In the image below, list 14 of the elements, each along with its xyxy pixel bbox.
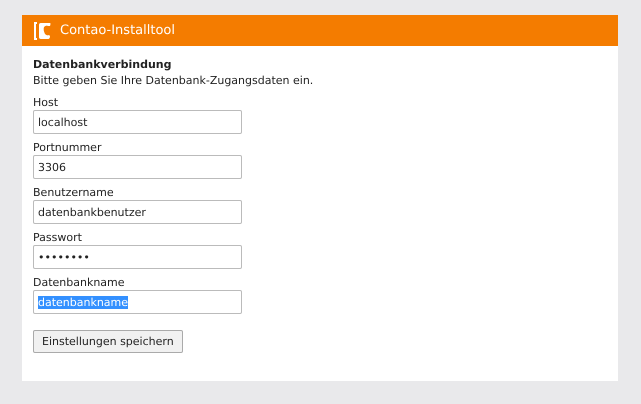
field-label: Benutzername [33,186,115,199]
logo-icon [33,22,53,40]
save-button[interactable]: Einstellungen speichern [33,330,183,353]
input-field[interactable]: •••••••• [33,245,242,269]
section-description: Bitte geben Sie Ihre Datenbank-Zugangsdaten ein. [33,74,314,87]
field-label: Host [33,96,60,109]
input-field[interactable]: localhost [33,110,242,134]
field-label: Portnummer [33,141,102,154]
field-label: Passwort [33,231,83,244]
input-field[interactable]: 3306 [33,155,242,179]
input-field[interactable]: datenbankbenutzer [33,200,242,224]
section-heading: Datenbankverbindung [33,58,172,71]
app-title: Contao-Installtool [60,23,175,38]
field-label: Datenbankname [33,276,126,289]
